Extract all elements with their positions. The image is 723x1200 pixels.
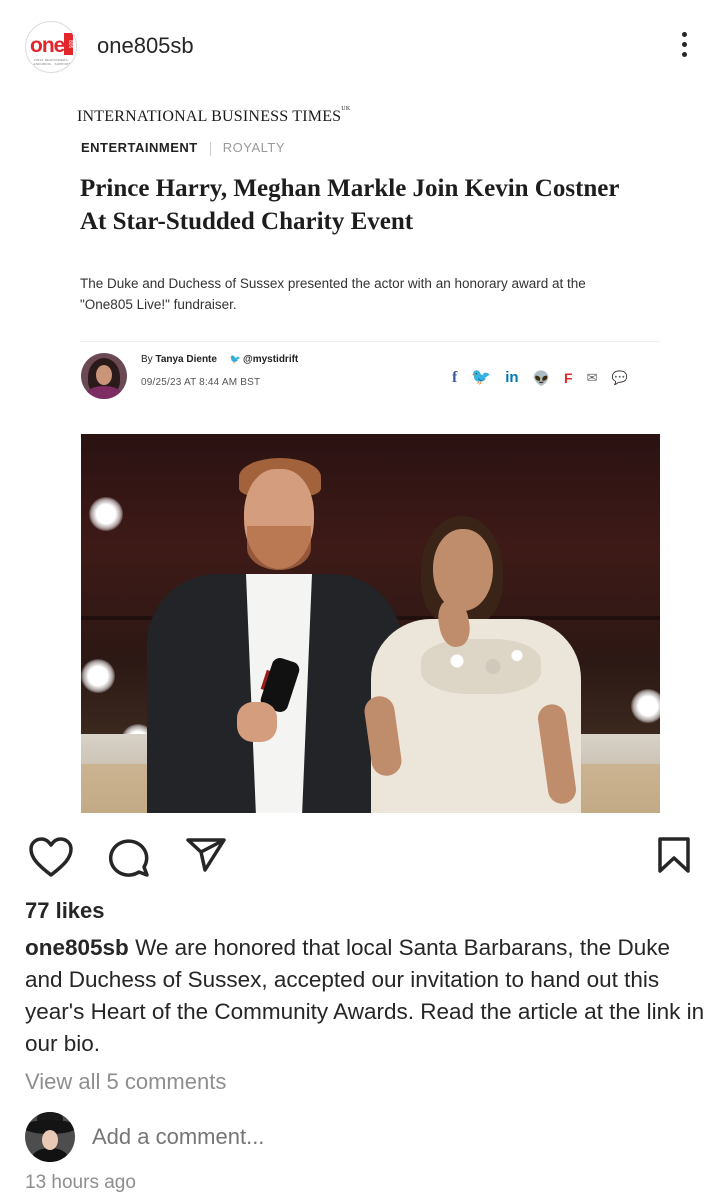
heart-icon[interactable] [28, 836, 74, 878]
current-user-avatar [25, 1112, 75, 1162]
article-headline: Prince Harry, Meghan Markle Join Kevin C… [80, 175, 620, 235]
view-all-comments-link[interactable]: View all 5 comments [25, 1069, 226, 1095]
author-avatar [81, 353, 127, 399]
profile-avatar[interactable]: one 805 FIRST RESPONDERS · ENDURING · SU… [25, 21, 77, 73]
comment-bubble-icon: 💬 [611, 370, 628, 385]
publication-logo: INTERNATIONAL BUSINESS TIMESUK [77, 106, 351, 125]
share-icons: f 🐦 in 👽 F ✉ 💬 [452, 368, 628, 388]
caption-username[interactable]: one805sb [25, 935, 129, 960]
more-vertical-icon[interactable] [676, 32, 692, 62]
article-photo [81, 434, 660, 813]
post-caption: one805sb We are honored that local Santa… [25, 932, 705, 1060]
add-comment-input[interactable] [92, 1124, 612, 1150]
email-icon: ✉ [586, 370, 598, 385]
article-categories: ENTERTAINMENT ROYALTY [81, 140, 285, 156]
avatar-logo-badge: 805 [64, 33, 73, 55]
flipboard-icon: F [564, 370, 573, 386]
twitter-bird-icon: 🐦 [229, 354, 241, 364]
subcategory-label: ROYALTY [222, 140, 286, 155]
reddit-icon: 👽 [532, 370, 551, 386]
category-label: ENTERTAINMENT [81, 140, 198, 155]
article-divider [80, 341, 660, 342]
likes-count[interactable]: 77 likes [25, 898, 105, 924]
post-header: one 805 FIRST RESPONDERS · ENDURING · SU… [0, 0, 723, 95]
article-date: 09/25/23 AT 8:44 AM BST [141, 377, 261, 388]
post-timestamp: 13 hours ago [25, 1172, 136, 1193]
author-twitter: 🐦 @mystidrift [229, 354, 299, 365]
facebook-icon: f [452, 369, 458, 386]
article-byline: By Tanya Diente 🐦 @mystidrift [141, 354, 299, 365]
bookmark-icon[interactable] [657, 836, 691, 874]
comment-icon[interactable] [106, 836, 150, 878]
post-username[interactable]: one805sb [97, 33, 194, 59]
author-name: Tanya Diente [155, 354, 217, 365]
send-icon[interactable] [185, 836, 227, 874]
post-image[interactable]: INTERNATIONAL BUSINESS TIMESUK ENTERTAIN… [0, 95, 723, 825]
article-summary: The Duke and Duchess of Sussex presented… [80, 276, 586, 312]
twitter-icon: 🐦 [471, 369, 492, 386]
avatar-logo-tagline: FIRST RESPONDERS · ENDURING · SUPPORT [33, 58, 71, 66]
linkedin-icon: in [505, 369, 519, 386]
avatar-logo-text: one [30, 34, 65, 57]
